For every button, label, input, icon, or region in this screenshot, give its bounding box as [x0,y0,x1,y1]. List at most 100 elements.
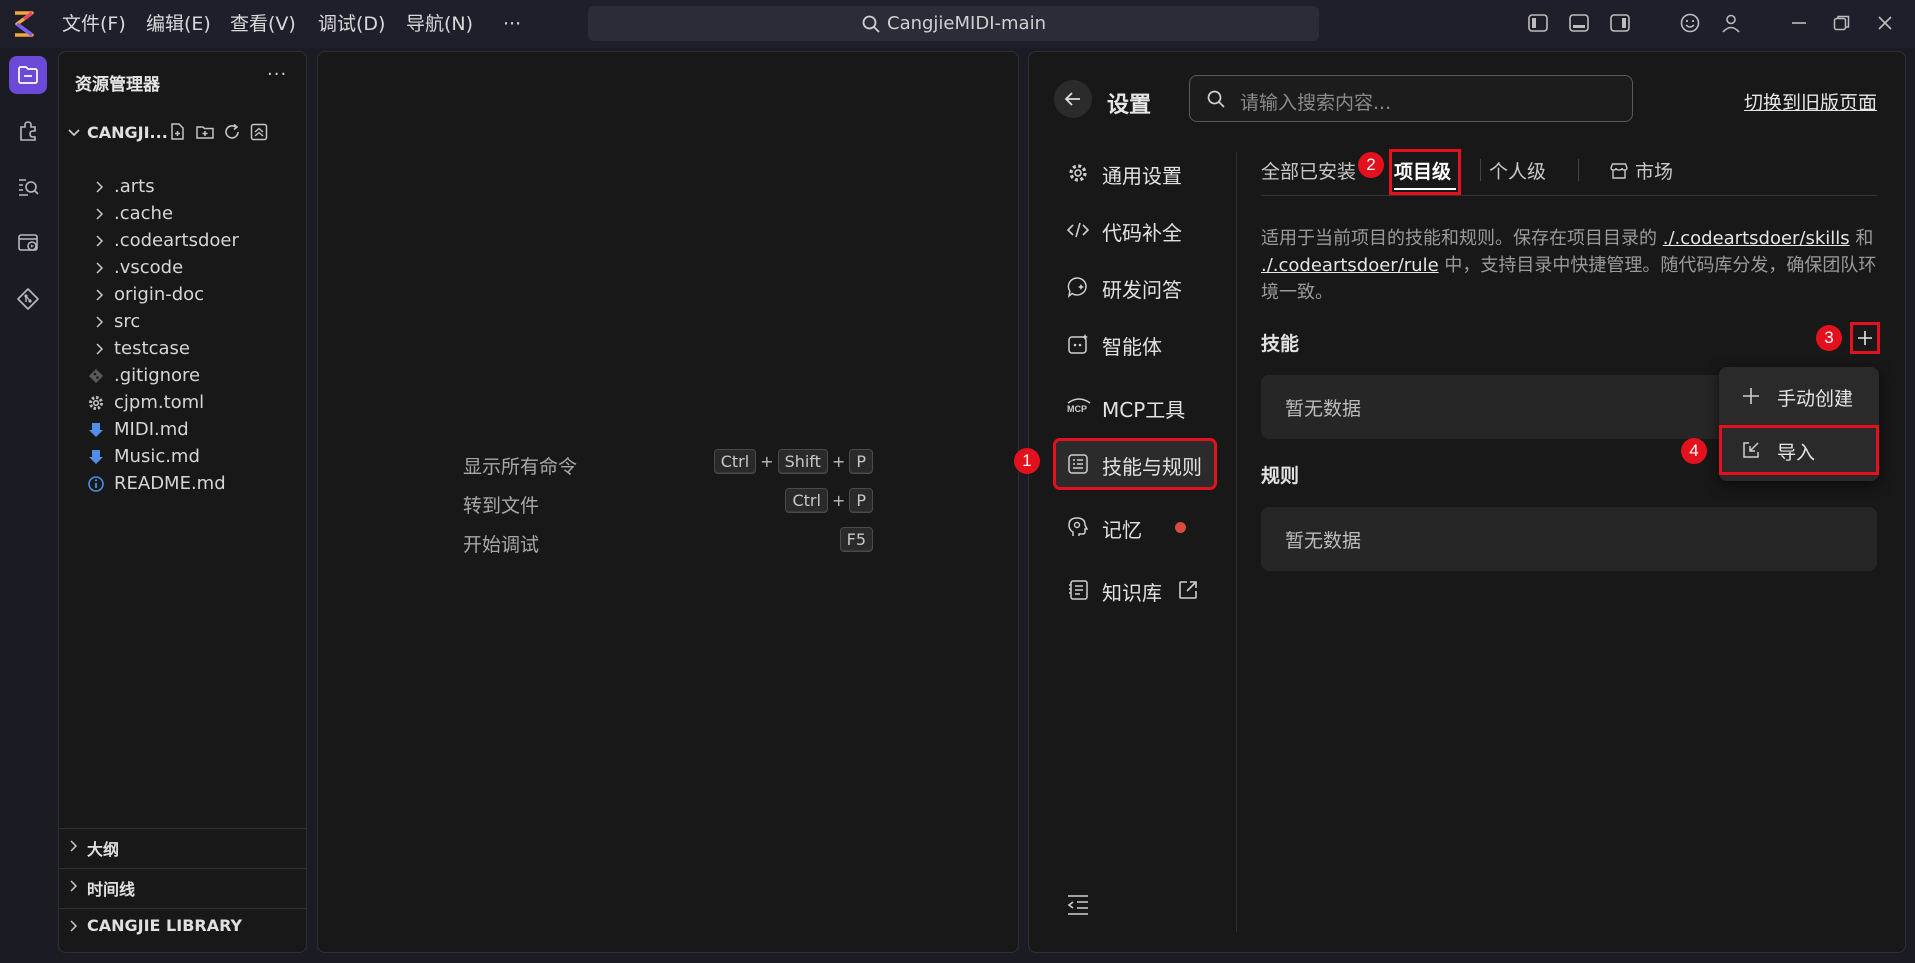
toggle-secondary-sidebar-icon[interactable] [1609,12,1633,36]
tree-file[interactable]: .gitignore [59,362,306,390]
tree-folder[interactable]: .arts [59,173,306,201]
account-icon[interactable] [1720,12,1744,36]
menu-more[interactable]: ··· [503,11,521,37]
toggle-primary-sidebar-icon[interactable] [1527,12,1551,36]
key-plus: + [760,452,774,471]
close-icon[interactable] [1874,12,1898,36]
skills-heading: 技能 [1261,333,1300,355]
source-control-icon[interactable] [9,280,47,318]
command-hint-show-all[interactable]: 显示所有命令 Ctrl + Shift + P [463,449,873,479]
search-icon [861,14,881,34]
new-folder-icon[interactable] [195,122,217,144]
back-button[interactable] [1054,80,1092,118]
search-code-icon[interactable] [9,168,47,206]
new-file-icon[interactable] [168,122,190,144]
menu-file[interactable]: 文件(F) [62,11,126,37]
settings-nav-skills-rules[interactable]: 技能与规则 [1053,438,1217,490]
settings-nav-general[interactable]: 通用设置 [1054,148,1216,198]
extensions-icon[interactable] [9,112,47,150]
menu-debug[interactable]: 调试(D) [318,11,385,37]
tree-file[interactable]: README.md [59,470,306,498]
settings-nav-label: 通用设置 [1102,164,1182,188]
settings-nav-code-completion[interactable]: 代码补全 [1054,205,1216,255]
plus-icon [1741,386,1761,406]
agent-icon [1066,332,1090,356]
tree-item-label: testcase [114,338,190,359]
switch-to-old-page-link[interactable]: 切换到旧版页面 [1744,88,1877,115]
refresh-icon[interactable] [222,122,244,144]
section-outline[interactable]: 大纲 [59,828,306,861]
settings-nav-agent[interactable]: 智能体 [1054,319,1216,369]
project-folder-row[interactable]: CANGJI... [65,122,305,146]
command-hint-goto-file[interactable]: 转到文件 Ctrl + P [463,488,873,518]
settings-nav-label: 代码补全 [1102,221,1182,245]
description-text: 适用于当前项目的技能和规则。保存在项目目录的 [1261,228,1663,249]
menu-navigate[interactable]: 导航(N) [406,11,473,37]
explorer-panel: 资源管理器 ··· CANGJI... .arts .cache .codear… [58,51,307,953]
section-label: 大纲 [87,840,120,859]
tree-file[interactable]: Music.md [59,443,306,471]
tree-file[interactable]: MIDI.md [59,416,306,444]
restore-icon[interactable] [1831,12,1855,36]
section-timeline[interactable]: 时间线 [59,868,306,901]
tree-folder[interactable]: origin-doc [59,281,306,309]
tab-separator [1578,159,1579,181]
run-debug-icon[interactable] [9,224,47,262]
settings-nav-mcp[interactable]: MCP MCP工具 [1054,382,1216,432]
skills-path-link[interactable]: ./.codeartsdoer/skills [1663,228,1850,249]
tab-project-level[interactable]: 项目级 [1389,149,1461,195]
chevron-right-icon [67,879,79,893]
collapse-sidebar-icon[interactable] [1065,892,1091,918]
tree-file[interactable]: cjpm.toml [59,389,306,417]
rule-path-link[interactable]: ./.codeartsdoer/rule [1261,255,1439,276]
mcp-icon: MCP [1066,395,1091,419]
search-icon [1206,89,1226,109]
collapse-all-icon[interactable] [249,122,271,144]
rules-icon [1066,452,1090,476]
tree-item-label: MIDI.md [114,419,189,440]
feedback-smiley-icon[interactable] [1679,12,1703,36]
tab-market[interactable]: 市场 [1609,157,1673,184]
tab-label: 项目级 [1394,161,1452,183]
plus-icon [1858,331,1872,345]
tree-item-label: cjpm.toml [114,392,205,413]
dropdown-manual-create[interactable]: 手动创建 [1719,371,1879,421]
settings-nav-qa[interactable]: 研发问答 [1054,262,1216,312]
settings-search-placeholder: 请输入搜索内容... [1240,92,1392,114]
dropdown-import[interactable]: 导入 [1719,425,1879,475]
tree-folder[interactable]: .cache [59,200,306,228]
command-hint-start-debug[interactable]: 开始调试 F5 [463,527,873,557]
tab-active-underline [1394,188,1456,190]
chevron-right-icon [67,839,79,853]
settings-nav-memory[interactable]: 记忆 [1054,502,1216,552]
tab-separator [1480,159,1481,181]
explorer-more-button[interactable]: ··· [267,64,287,85]
toggle-panel-icon[interactable] [1568,12,1592,36]
tree-folder[interactable]: .codeartsdoer [59,227,306,255]
tree-folder[interactable]: src [59,308,306,336]
tree-folder[interactable]: testcase [59,335,306,363]
explorer-files-icon[interactable] [9,56,47,94]
markdown-file-icon [87,448,105,466]
tree-folder[interactable]: .vscode [59,254,306,282]
add-skill-button[interactable] [1850,322,1880,354]
arrow-left-icon [1064,92,1080,106]
minimize-icon[interactable] [1788,12,1812,36]
settings-nav-label: 知识库 [1102,581,1162,605]
menu-view[interactable]: 查看(V) [230,11,296,37]
chevron-right-icon [93,315,105,329]
settings-nav-divider [1236,152,1237,932]
settings-nav-knowledge[interactable]: 知识库 [1054,565,1216,615]
menu-edit[interactable]: 编辑(E) [146,11,211,37]
section-cangjie-library[interactable]: CANGJIE LIBRARY [59,908,306,941]
settings-search-input[interactable]: 请输入搜索内容... [1189,75,1633,122]
chevron-right-icon [67,919,79,933]
keycap: P [849,449,873,474]
command-hint-label: 显示所有命令 [463,456,578,478]
command-hint-label: 转到文件 [463,495,540,517]
external-link-icon[interactable] [1177,579,1199,601]
notification-dot [1175,522,1186,533]
command-search-bar[interactable]: CangjieMIDI-main [588,6,1319,41]
tab-all-installed[interactable]: 全部已安装 [1261,157,1356,184]
tab-personal-level[interactable]: 个人级 [1489,157,1546,184]
